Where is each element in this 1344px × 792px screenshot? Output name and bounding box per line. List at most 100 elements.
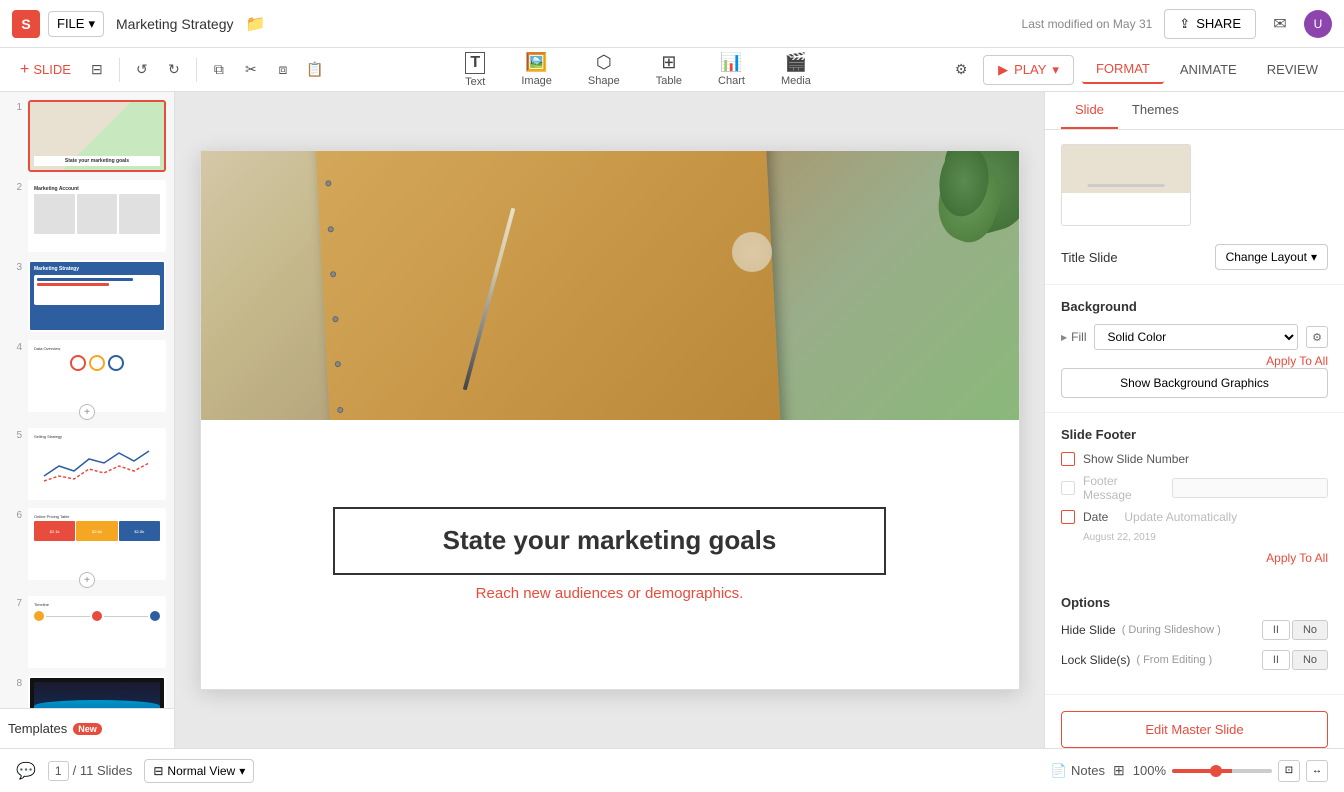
date-checkbox[interactable]	[1061, 510, 1075, 524]
fill-type-select[interactable]: Solid Color	[1094, 324, 1298, 350]
thumb-inner-8	[30, 678, 164, 708]
slide-subtitle[interactable]: Reach new audiences or demographics.	[476, 585, 744, 602]
list-item[interactable]: 3 Marketing Strategy	[8, 260, 166, 332]
tab-animate[interactable]: ANIMATE	[1166, 55, 1251, 84]
slide-thumbnail-2[interactable]: Marketing Account	[28, 180, 166, 252]
list-item[interactable]: 7 Timeline	[8, 596, 166, 668]
add-slide-button[interactable]: + SLIDE	[12, 57, 79, 83]
hide-slide-row: Hide Slide ( During Slideshow ) II No	[1061, 620, 1328, 640]
slide-layout-section: Title Slide Change Layout ▾	[1045, 130, 1344, 285]
show-background-graphics-button[interactable]: Show Background Graphics	[1061, 368, 1328, 398]
layout-toggle-button[interactable]: ⊟	[83, 56, 111, 84]
mail-icon[interactable]: ✉	[1268, 12, 1292, 36]
thumb-inner-2: Marketing Account	[30, 182, 164, 250]
tab-format[interactable]: FORMAT	[1082, 55, 1164, 84]
slide-canvas[interactable]: State your marketing goals Reach new aud…	[200, 150, 1020, 690]
fill-triangle-icon: ▶	[1061, 333, 1067, 342]
shape-tool[interactable]: ⬡ Shape	[580, 48, 628, 91]
paste-button[interactable]: 📋	[301, 56, 329, 84]
panel-tabs: Slide Themes	[1045, 92, 1344, 130]
fill-settings-button[interactable]: ⚙	[1306, 326, 1328, 348]
tab-themes[interactable]: Themes	[1118, 92, 1193, 129]
date-row: Date Update Automatically	[1061, 510, 1328, 524]
comment-icon[interactable]: 💬	[16, 761, 36, 781]
slide-thumbnail-6[interactable]: Online Pricing Table $2.1k $2.6k $2.8k	[28, 508, 166, 580]
zoom-level-label: 100%	[1133, 763, 1166, 778]
slide-thumbnail-8[interactable]	[28, 676, 166, 708]
background-section: Background ▶ Fill Solid Color ⚙ Apply To…	[1045, 285, 1344, 413]
avatar[interactable]: U	[1304, 10, 1332, 38]
apply-all-footer-link[interactable]: Apply To All	[1266, 551, 1328, 565]
cut-button[interactable]: ✂	[237, 56, 265, 84]
tab-slide[interactable]: Slide	[1061, 92, 1118, 129]
add-slide-below-4[interactable]: +	[79, 404, 95, 420]
slide-title[interactable]: State your marketing goals	[367, 525, 853, 556]
list-item[interactable]: 2 Marketing Account	[8, 180, 166, 252]
grid-icon[interactable]: ⊞	[1113, 762, 1125, 779]
current-page-number[interactable]: 1	[48, 761, 69, 781]
duplicate-button[interactable]: ⧉	[205, 56, 233, 84]
mini-preview-line	[1088, 184, 1165, 187]
hide-slide-sub: ( During Slideshow )	[1122, 624, 1221, 636]
copy-button[interactable]: ⧈	[269, 56, 297, 84]
date-hint: August 22, 2019	[1083, 532, 1328, 543]
slide-thumbnail-3[interactable]: Marketing Strategy	[28, 260, 166, 332]
image-tool[interactable]: 🖼️ Image	[513, 48, 560, 91]
notes-button[interactable]: 📄 Notes	[1051, 763, 1105, 779]
show-slide-number-checkbox[interactable]	[1061, 452, 1075, 466]
add-slide-below-6[interactable]: +	[79, 572, 95, 588]
lock-slide-ii-button[interactable]: II	[1262, 650, 1290, 670]
list-item[interactable]: 4 Data Overview +	[8, 340, 166, 412]
lock-slide-toggle: II No	[1262, 650, 1328, 670]
layout-grid-icon: ⊟	[153, 764, 163, 778]
hide-slide-no-button[interactable]: No	[1292, 620, 1328, 640]
apply-to-all-link[interactable]: Apply To All	[1061, 354, 1328, 368]
chart-label: Chart	[718, 75, 745, 87]
tab-review[interactable]: REVIEW	[1253, 55, 1332, 84]
list-item[interactable]: 5 Selling Strategy	[8, 428, 166, 500]
slide-number-3: 3	[8, 260, 22, 273]
media-tool[interactable]: 🎬 Media	[773, 48, 819, 91]
zoom-slider[interactable]	[1172, 769, 1272, 773]
share-button[interactable]: ⇪ SHARE	[1164, 9, 1256, 39]
chart-tool[interactable]: 📊 Chart	[710, 48, 753, 91]
fit-to-screen-button[interactable]: ⊡	[1278, 760, 1300, 782]
slide-number-6: 6	[8, 508, 22, 521]
hide-slide-ii-button[interactable]: II	[1262, 620, 1290, 640]
toolbar-separator	[119, 58, 120, 82]
page-info: 1 / 11 Slides	[48, 761, 132, 781]
settings-button[interactable]: ⚙	[947, 56, 975, 84]
list-item[interactable]: 6 Online Pricing Table $2.1k $2.6k	[8, 508, 166, 580]
zoom-out-button[interactable]: ↔	[1306, 760, 1328, 782]
notes-label: Notes	[1071, 763, 1105, 778]
undo-button[interactable]: ↺	[128, 56, 156, 84]
slide-title-box[interactable]: State your marketing goals	[333, 507, 887, 574]
view-selector[interactable]: ⊟ Normal View ▾	[144, 759, 254, 783]
lock-slide-row: Lock Slide(s) ( From Editing ) II No	[1061, 650, 1328, 670]
list-item[interactable]: 8 +	[8, 676, 166, 708]
footer-message-checkbox[interactable]	[1061, 481, 1075, 495]
slide-thumbnail-5[interactable]: Selling Strategy	[28, 428, 166, 500]
list-item[interactable]: 1 State your marketing goals	[8, 100, 166, 172]
edit-master-slide-button[interactable]: Edit Master Slide	[1061, 711, 1328, 748]
share-label: SHARE	[1196, 16, 1241, 31]
play-button[interactable]: ▶ PLAY ▾	[983, 55, 1074, 85]
footer-message-row: Footer Message	[1061, 474, 1328, 502]
slide-thumbnail-1[interactable]: State your marketing goals	[28, 100, 166, 172]
text-tool[interactable]: T Text	[457, 48, 493, 92]
slide-thumbnail-4[interactable]: Data Overview	[28, 340, 166, 412]
document-title[interactable]: Marketing Strategy	[116, 16, 234, 32]
table-tool[interactable]: ⊞ Table	[648, 48, 690, 91]
text-icon: T	[465, 52, 485, 74]
lock-slide-no-button[interactable]: No	[1292, 650, 1328, 670]
zoom-controls: 100% ⊡ ↔	[1133, 760, 1328, 782]
thumb-inner-6: Online Pricing Table $2.1k $2.6k $2.8k	[30, 510, 164, 578]
file-menu-button[interactable]: FILE ▾	[48, 11, 104, 37]
redo-button[interactable]: ↻	[160, 56, 188, 84]
slide-thumbnail-7[interactable]: Timeline	[28, 596, 166, 668]
slides-list: 1 State your marketing goals 2 Marketing…	[0, 92, 174, 708]
change-layout-button[interactable]: Change Layout ▾	[1215, 244, 1328, 270]
slide-number-4: 4	[8, 340, 22, 353]
footer-message-input[interactable]	[1172, 478, 1328, 498]
templates-button[interactable]: Templates New	[0, 708, 174, 748]
